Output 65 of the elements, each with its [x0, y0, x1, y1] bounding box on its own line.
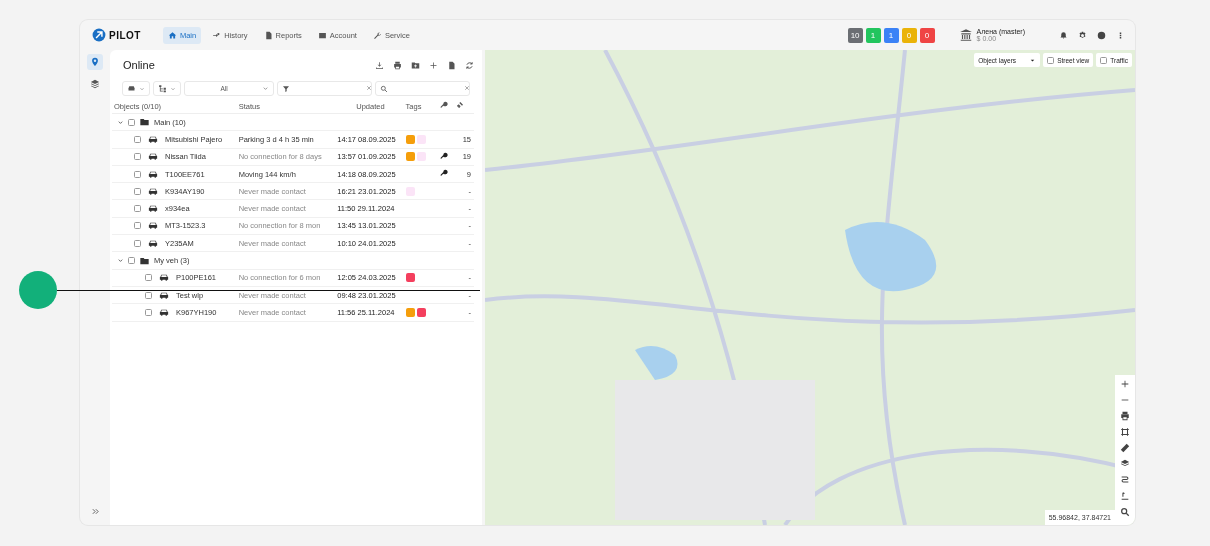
print-icon[interactable] [393, 60, 402, 70]
close-icon[interactable] [464, 85, 470, 91]
tree-icon [158, 84, 167, 93]
count-badge[interactable]: 10 [847, 27, 863, 43]
caret-icon [139, 85, 145, 92]
caret-icon [262, 85, 269, 92]
checkbox[interactable] [134, 135, 141, 143]
logo-text: PILOT [109, 29, 141, 41]
checkbox[interactable] [134, 222, 141, 230]
caret-icon [170, 85, 176, 92]
key-icon [439, 151, 448, 160]
layers-icon [90, 79, 100, 89]
tree-view-dropdown[interactable] [153, 81, 181, 96]
pointer-dot [19, 271, 57, 309]
checkbox[interactable] [145, 308, 152, 316]
plus-icon[interactable] [429, 60, 438, 70]
search-field[interactable] [375, 81, 470, 96]
nav-icon [317, 30, 327, 40]
chevron-icon[interactable] [117, 118, 124, 126]
map-pin-button[interactable] [87, 54, 103, 70]
checkbox[interactable] [1100, 56, 1108, 64]
checkbox[interactable] [128, 118, 135, 126]
checkbox[interactable] [1047, 56, 1055, 64]
panel-title: Online [123, 59, 155, 71]
folder-icon [139, 255, 150, 266]
route-icon[interactable] [1120, 475, 1130, 485]
nav-icon [372, 30, 382, 40]
nav-icon [212, 30, 222, 40]
map-pin-icon [90, 57, 100, 67]
folder-plus-icon[interactable] [411, 60, 420, 70]
frame-icon[interactable] [1120, 427, 1130, 437]
search-icon [380, 84, 388, 93]
ruler-icon[interactable] [1120, 443, 1130, 453]
count-badge[interactable]: 1 [883, 27, 899, 43]
funnel-icon [282, 84, 290, 93]
key-icon [439, 169, 448, 178]
checkbox[interactable] [134, 170, 141, 178]
print-icon[interactable] [1120, 411, 1130, 421]
checkbox[interactable] [134, 187, 141, 195]
checkbox[interactable] [134, 239, 141, 247]
checkbox[interactable] [134, 205, 141, 213]
bell-icon[interactable] [1059, 30, 1068, 40]
search-icon[interactable] [1120, 507, 1130, 517]
settings-icon[interactable] [1078, 30, 1087, 40]
object-type-dropdown[interactable] [122, 81, 150, 96]
nav-icon [167, 30, 177, 40]
distance-icon[interactable] [1120, 491, 1130, 501]
logo-icon [92, 28, 106, 42]
close-icon[interactable] [366, 85, 372, 91]
count-badge[interactable]: 0 [919, 27, 935, 43]
car-filter-icon [127, 84, 136, 93]
download-icon[interactable] [375, 60, 384, 70]
checkbox[interactable] [128, 257, 135, 264]
checkbox[interactable] [145, 274, 152, 282]
key-icon [439, 101, 448, 109]
document-icon[interactable] [447, 60, 456, 70]
layers-icon[interactable] [1120, 459, 1130, 469]
nav-icon [263, 30, 273, 40]
checkbox[interactable] [134, 153, 141, 161]
filter-field[interactable] [277, 81, 372, 96]
folder-icon [139, 117, 150, 128]
refresh-icon[interactable] [465, 60, 474, 70]
building-icon [958, 28, 973, 42]
chevron-icon[interactable] [117, 257, 124, 264]
double-chevron-icon [90, 507, 100, 516]
